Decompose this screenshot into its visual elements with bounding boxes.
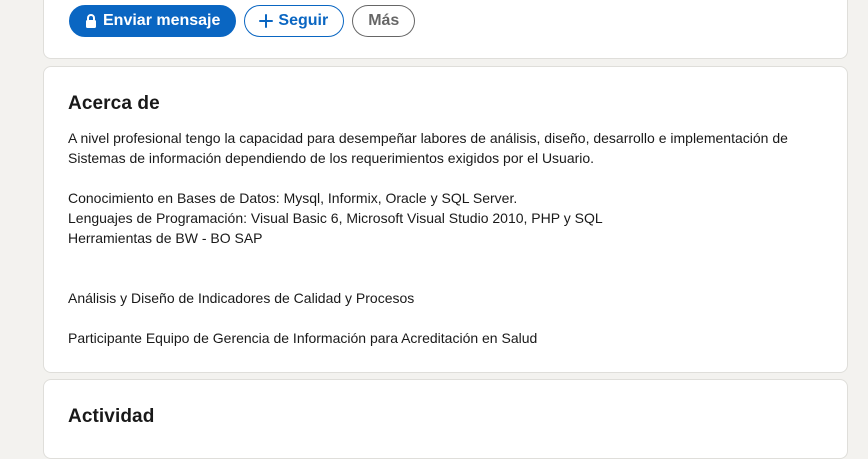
skill-tools: Herramientas de BW - BO SAP bbox=[68, 230, 263, 246]
follow-label: Seguir bbox=[278, 12, 329, 29]
indicators-line: Análisis y Diseño de Indicadores de Cali… bbox=[68, 290, 415, 306]
about-paragraph-line: Sistemas de información dependiendo de l… bbox=[68, 150, 595, 166]
more-label: Más bbox=[368, 12, 400, 29]
skill-languages: Lenguajes de Programación: Visual Basic … bbox=[68, 210, 603, 226]
skill-databases: Conocimiento en Bases de Datos: Mysql, I… bbox=[68, 190, 518, 206]
about-card: Acerca de A nivel profesional tengo la c… bbox=[43, 66, 848, 373]
activity-title: Actividad bbox=[68, 406, 155, 427]
send-message-button[interactable]: Enviar mensaje bbox=[69, 5, 237, 37]
profile-actions: Enviar mensaje Seguir Más bbox=[69, 5, 416, 37]
lock-icon bbox=[84, 13, 98, 29]
about-text: A nivel profesional tengo la capacidad p… bbox=[68, 128, 828, 348]
follow-button[interactable]: Seguir bbox=[244, 5, 345, 37]
send-message-label: Enviar mensaje bbox=[103, 12, 221, 29]
team-line: Participante Equipo de Gerencia de Infor… bbox=[68, 330, 538, 346]
plus-icon bbox=[258, 13, 274, 29]
profile-actions-card: Enviar mensaje Seguir Más bbox=[43, 0, 848, 59]
more-button[interactable]: Más bbox=[352, 5, 416, 37]
about-paragraph-line: A nivel profesional tengo la capacidad p… bbox=[68, 130, 788, 146]
activity-card: Actividad bbox=[43, 379, 848, 459]
about-title: Acerca de bbox=[68, 93, 160, 114]
